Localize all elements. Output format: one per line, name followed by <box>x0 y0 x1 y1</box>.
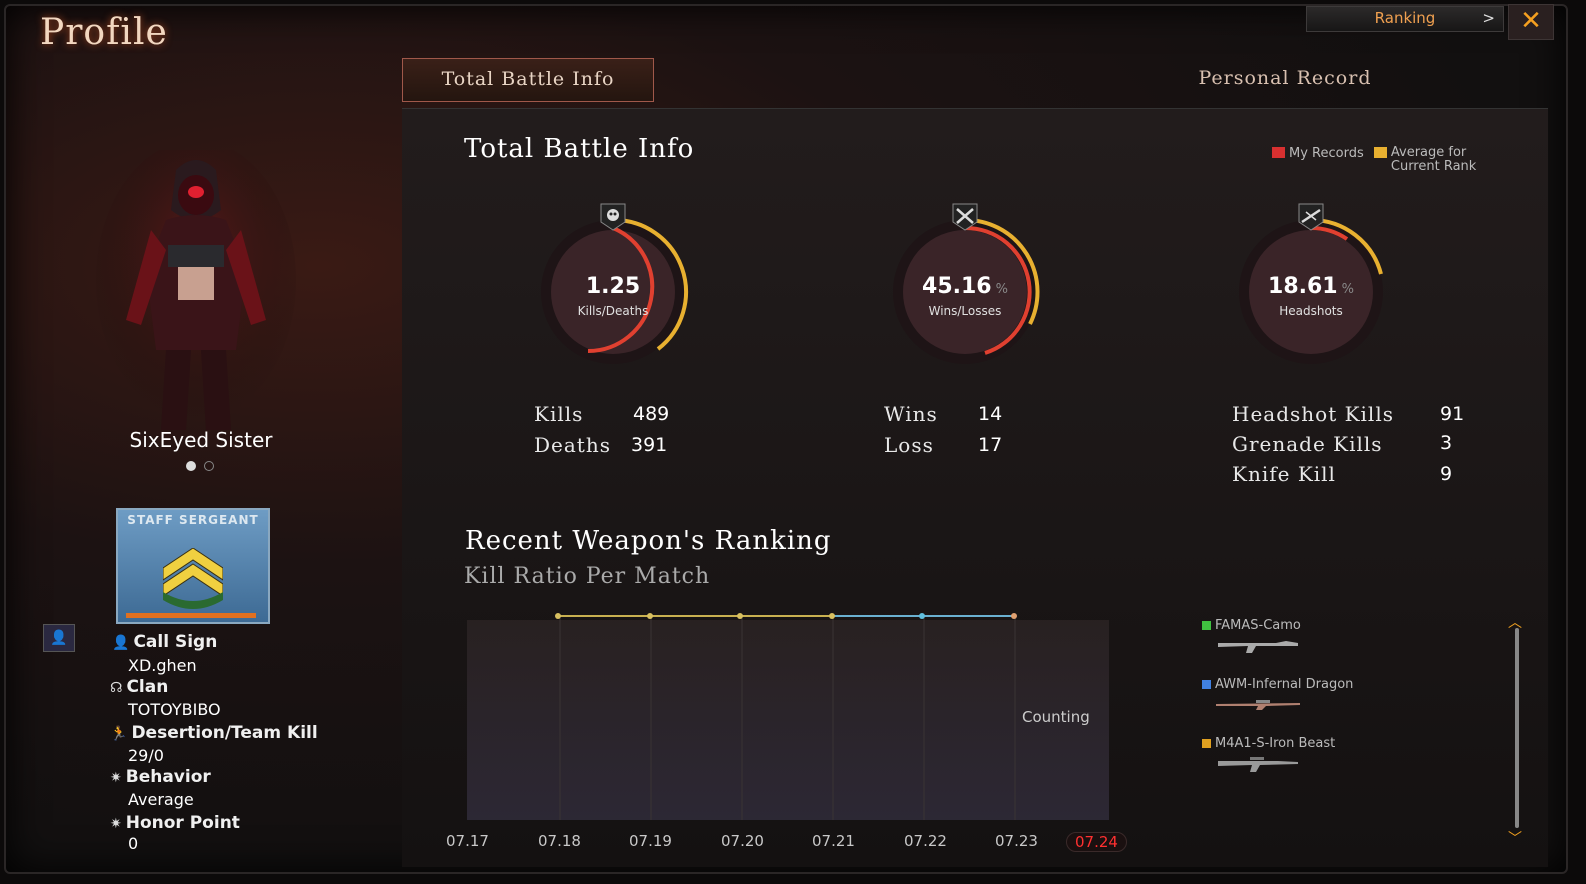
rifle-icon <box>1298 203 1324 231</box>
character-avatar <box>96 150 296 430</box>
character-name: SixEyed Sister <box>129 428 273 452</box>
character-page-dots <box>186 456 222 475</box>
weapon-name: M4A1-S-Iron Beast <box>1215 736 1336 751</box>
rank-badge-text: STAFF SERGEANT <box>127 513 259 527</box>
tab-personal-record[interactable]: Personal Record <box>1120 58 1450 100</box>
rifle-icon <box>1218 641 1298 653</box>
behavior-label: ✷ Behavior <box>110 767 211 787</box>
desertion-value: 29/0 <box>128 746 164 765</box>
close-button[interactable]: ✕ <box>1508 4 1554 40</box>
clan-icon: ☊ <box>110 680 123 696</box>
legend-my-records: My Records <box>1289 146 1364 161</box>
callsign-label: 👤 Call Sign <box>112 632 218 652</box>
wl-label: Wins/Losses <box>928 304 1002 318</box>
kills-label: Kills <box>534 402 584 426</box>
clan-value: TOTOYBIBO <box>128 700 221 719</box>
star-icon: ✷ <box>110 770 122 786</box>
weapon-entry[interactable]: M4A1-S-Iron Beast <box>1202 736 1335 773</box>
ranking-button[interactable]: Ranking > <box>1306 6 1504 32</box>
star-icon: ✷ <box>110 816 122 832</box>
rifle-icon <box>1218 757 1298 772</box>
page-dot-active[interactable] <box>186 461 196 471</box>
add-friend-icon: 👤 <box>50 630 68 646</box>
callsign-value: XD.ghen <box>128 656 197 675</box>
kills-value: 489 <box>633 403 670 425</box>
wl-gauge: 45.16% Wins/Losses <box>880 203 1050 374</box>
wins-label: Wins <box>884 402 938 426</box>
desertion-label: 🏃 Desertion/Team Kill <box>110 723 318 743</box>
legend-swatch-my <box>1272 147 1285 158</box>
date-label: 07.21 <box>812 832 855 850</box>
grenade-kills-label: Grenade Kills <box>1232 432 1383 456</box>
headshot-kills-value: 91 <box>1440 403 1465 425</box>
date-label: 07.23 <box>995 832 1038 850</box>
sniper-rifle-icon <box>1216 700 1300 710</box>
deaths-label: Deaths <box>534 433 611 457</box>
weapon-entry[interactable]: FAMAS-Camo <box>1202 618 1301 655</box>
kd-value: 1.25 <box>585 274 641 299</box>
wl-value: 45.16% <box>922 274 1008 299</box>
weapon-color-swatch <box>1202 739 1211 748</box>
weapon-color-swatch <box>1202 621 1211 630</box>
honor-label: ✷ Honor Point <box>110 813 240 833</box>
chevron-down-icon[interactable]: ﹀ <box>1508 828 1522 848</box>
knife-kill-label: Knife Kill <box>1232 462 1336 486</box>
rank-progress-bar <box>126 613 256 618</box>
date-label: 07.20 <box>721 832 764 850</box>
kd-gauge: 1.25 Kills/Deaths <box>528 203 698 374</box>
deaths-value: 391 <box>631 434 668 456</box>
battle-info-title: Total Battle Info <box>464 134 695 164</box>
crossed-swords-icon <box>952 203 978 231</box>
chevron-rank-icon <box>163 548 223 609</box>
honor-value: 0 <box>128 834 139 853</box>
date-label: 07.17 <box>446 832 489 850</box>
page-dot[interactable] <box>204 461 214 471</box>
date-label: 07.22 <box>904 832 947 850</box>
close-icon: ✕ <box>1520 6 1542 36</box>
date-label: 07.19 <box>629 832 672 850</box>
person-icon: 👤 <box>112 635 130 651</box>
loss-label: Loss <box>884 433 934 457</box>
weapon-name: AWM-Infernal Dragon <box>1215 677 1354 692</box>
behavior-value: Average <box>128 790 194 809</box>
chevron-right-icon: > <box>1482 9 1495 27</box>
weapon-name: FAMAS-Camo <box>1215 618 1301 633</box>
page-title: Profile <box>40 12 168 53</box>
weapon-entry[interactable]: AWM-Infernal Dragon <box>1202 677 1353 714</box>
tab-total-battle-info[interactable]: Total Battle Info <box>402 58 654 102</box>
loss-value: 17 <box>978 434 1003 456</box>
weapon-ranking-subtitle: Kill Ratio Per Match <box>464 564 711 589</box>
headshot-kills-label: Headshot Kills <box>1232 402 1394 426</box>
scrollbar-track[interactable] <box>1515 628 1519 828</box>
headshot-gauge: 18.61% Headshots <box>1226 203 1396 374</box>
headshot-value: 18.61% <box>1268 274 1354 299</box>
date-label-selected[interactable]: 07.24 <box>1066 832 1127 852</box>
add-friend-button[interactable]: 👤 <box>43 624 75 652</box>
rank-badge: STAFF SERGEANT <box>116 508 270 624</box>
weapon-color-swatch <box>1202 680 1211 689</box>
runner-icon: 🏃 <box>110 726 128 742</box>
grenade-kills-value: 3 <box>1440 432 1453 454</box>
counting-label: Counting <box>1022 708 1090 726</box>
ranking-button-label: Ranking <box>1374 9 1436 27</box>
legend-swatch-avg <box>1373 147 1387 158</box>
wins-value: 14 <box>978 403 1003 425</box>
weapon-ranking-title: Recent Weapon's Ranking <box>465 526 832 556</box>
headshot-label: Headshots <box>1279 304 1343 318</box>
knife-kill-value: 9 <box>1440 463 1453 485</box>
clan-label: ☊ Clan <box>110 677 169 697</box>
chart-legend: My Records Average for Current Rank <box>1272 146 1495 174</box>
skull-icon <box>600 203 626 231</box>
date-label: 07.18 <box>538 832 581 850</box>
weapon-list-scrollbar[interactable]: ︿ ﹀ <box>1508 615 1522 847</box>
kd-label: Kills/Deaths <box>577 304 649 318</box>
legend-average: Average for Current Rank <box>1390 145 1477 174</box>
